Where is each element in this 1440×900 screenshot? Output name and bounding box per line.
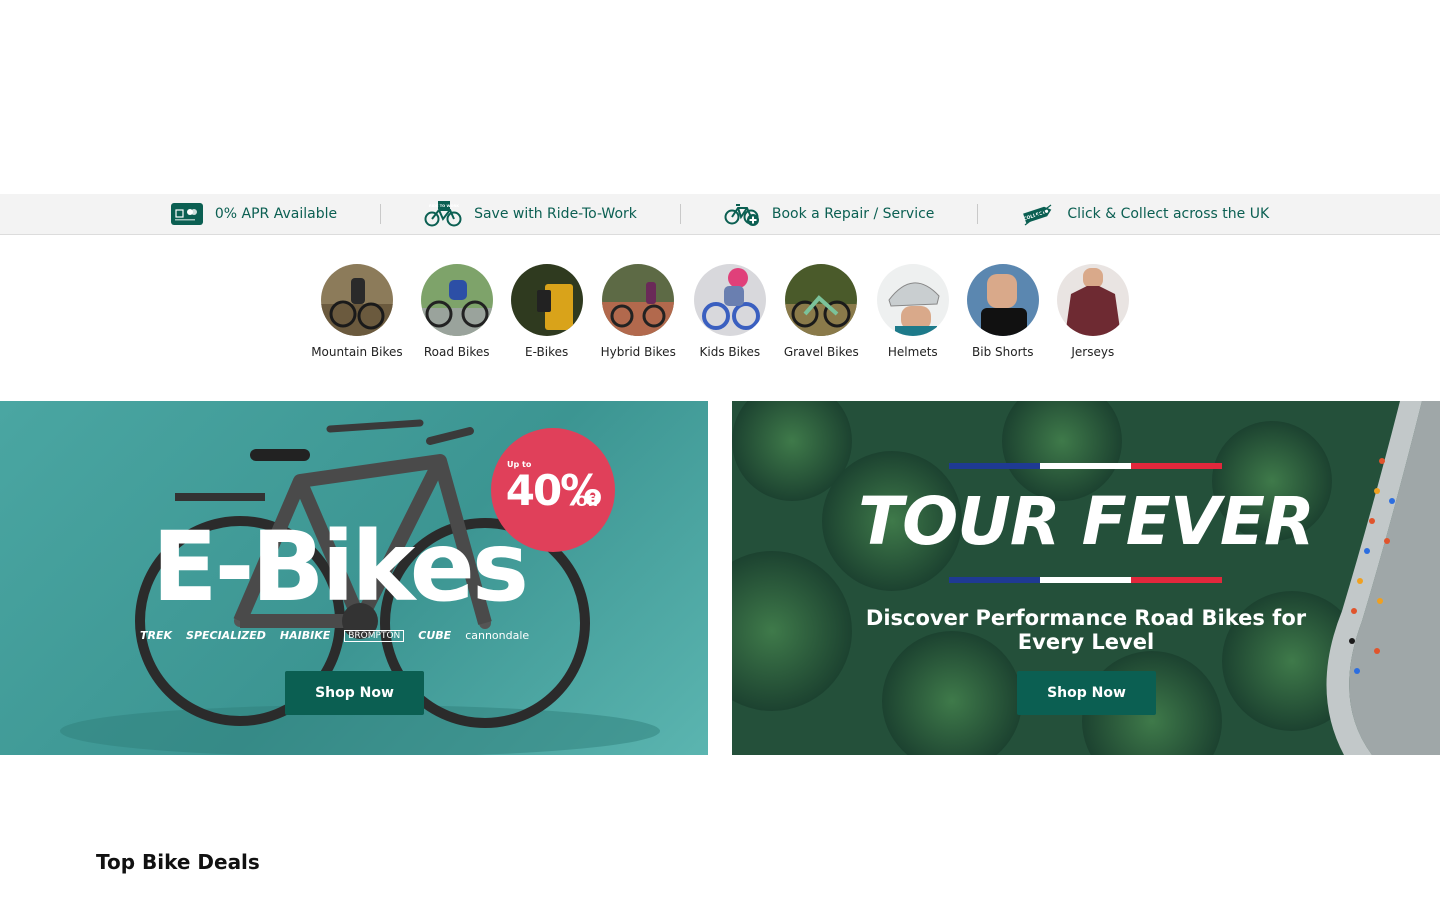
bike-repair-icon xyxy=(724,202,760,226)
tour-fever-title: TOUR FEVER xyxy=(858,483,1315,560)
usp-ride-to-work-label: Save with Ride-To-Work xyxy=(474,206,637,222)
category-road-bikes[interactable]: Road Bikes xyxy=(412,264,502,359)
category-carousel: Mountain Bikes Road Bikes E-Bikes Hybrid… xyxy=(0,264,1440,359)
category-hybrid-bikes[interactable]: Hybrid Bikes xyxy=(592,264,685,359)
brand-cube-logo: CUBE xyxy=(418,629,452,642)
brand-specialized-logo: SPECIALIZED xyxy=(186,629,266,642)
category-label: E-Bikes xyxy=(525,345,569,359)
usp-bar: 0% APR Available RIDE TO WORK Save with … xyxy=(0,194,1440,235)
tour-shop-now-button[interactable]: Shop Now xyxy=(1017,671,1156,715)
tour-fever-banner[interactable]: TOUR FEVER Discover Performance Road Bik… xyxy=(732,401,1440,755)
category-bib-shorts[interactable]: Bib Shorts xyxy=(958,264,1048,359)
category-label: Hybrid Bikes xyxy=(600,345,676,359)
badge-upto: Up to xyxy=(507,460,532,469)
category-label: Kids Bikes xyxy=(699,345,761,359)
ebikes-shop-now-button[interactable]: Shop Now xyxy=(285,671,424,715)
category-image xyxy=(693,264,766,336)
usp-apr-link[interactable]: 0% APR Available xyxy=(128,203,380,225)
category-kids-bikes[interactable]: Kids Bikes xyxy=(685,264,775,359)
category-label: Gravel Bikes xyxy=(783,345,859,359)
usp-repair-label: Book a Repair / Service xyxy=(771,206,935,222)
flag-stripe-top xyxy=(949,463,1222,469)
brand-cannondale-logo: cannondale xyxy=(465,629,530,642)
flag-stripe-bottom xyxy=(949,577,1222,583)
brand-trek-logo: TREK xyxy=(140,629,173,642)
category-image xyxy=(1056,264,1129,336)
collect-tag-icon: COLLECT xyxy=(1021,201,1055,227)
ride-to-work-tag: RIDE TO WORK xyxy=(429,204,459,208)
category-gravel-bikes[interactable]: Gravel Bikes xyxy=(775,264,868,359)
category-image xyxy=(966,264,1039,336)
category-image xyxy=(785,264,858,336)
category-label: Jerseys xyxy=(1071,345,1115,359)
section-title-top-bike-deals: Top Bike Deals xyxy=(96,850,260,874)
category-image xyxy=(510,264,583,336)
category-label: Mountain Bikes xyxy=(311,345,403,359)
category-image xyxy=(420,264,493,336)
category-jerseys[interactable]: Jerseys xyxy=(1048,264,1138,359)
badge-off: Off xyxy=(575,494,599,510)
category-label: Bib Shorts xyxy=(972,345,1034,359)
credit-card-icon xyxy=(170,203,203,225)
ride-to-work-bike-icon: RIDE TO WORK xyxy=(424,201,462,227)
brand-logos: TREK SPECIALIZED HAIBIKE BROMPTON CUBE c… xyxy=(140,629,529,642)
category-e-bikes[interactable]: E-Bikes xyxy=(502,264,592,359)
brand-haibike-logo: HAIBIKE xyxy=(279,629,331,642)
usp-click-collect-link[interactable]: COLLECT Click & Collect across the UK xyxy=(978,201,1312,227)
sale-badge: Up to 40% Off xyxy=(491,428,615,552)
ebikes-title: E-Bikes xyxy=(152,511,529,623)
category-label: Road Bikes xyxy=(423,345,490,359)
category-image xyxy=(602,264,675,336)
tour-fever-subtitle: Discover Performance Road Bikes for Ever… xyxy=(865,606,1307,654)
category-mountain-bikes[interactable]: Mountain Bikes xyxy=(302,264,411,359)
category-image xyxy=(876,264,949,336)
ebikes-banner[interactable]: E-Bikes Up to 40% Off TREK SPECIALIZED H… xyxy=(0,401,708,755)
usp-apr-label: 0% APR Available xyxy=(214,206,338,222)
usp-click-collect-label: Click & Collect across the UK xyxy=(1067,206,1270,222)
category-label: Helmets xyxy=(887,345,938,359)
category-helmets[interactable]: Helmets xyxy=(868,264,958,359)
usp-ride-to-work-link[interactable]: RIDE TO WORK Save with Ride-To-Work xyxy=(381,201,680,227)
brand-brompton-logo: BROMPTON xyxy=(344,629,405,642)
usp-repair-link[interactable]: Book a Repair / Service xyxy=(681,202,978,226)
category-image xyxy=(320,264,393,336)
